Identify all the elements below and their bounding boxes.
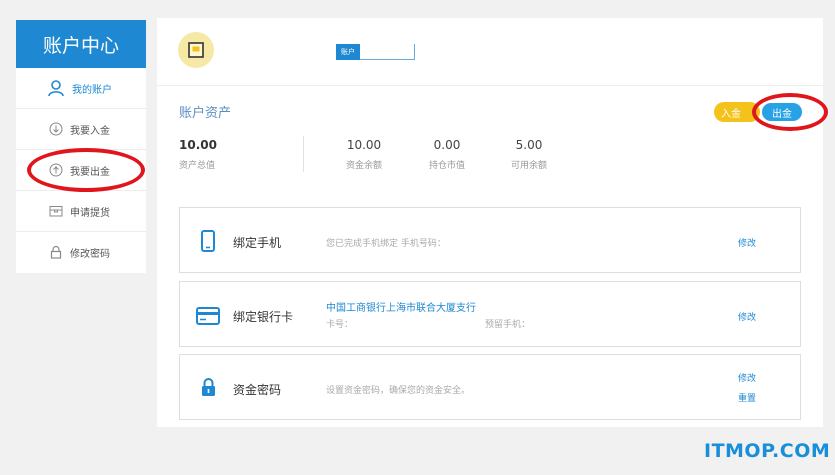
sidebar-item-label: 我要入金 [70,125,110,137]
stat-value: 5.00 [515,138,543,152]
stat-label: 持仓市值 [428,161,465,171]
card-title: 绑定手机 [233,236,282,250]
card-title: 绑定银行卡 [233,310,294,324]
main-panel: 账户 账户资产 入金 出金 10.00 资产总值 10.00 资金余额 0.00… [157,18,823,427]
account-header: 账户 [157,18,823,86]
stat-value: 10.00 [346,138,382,152]
arrow-up-circle-icon [49,163,63,177]
total-assets-value: 10.00 [179,138,217,152]
total-assets-label: 资产总值 [179,161,216,171]
reserved-phone-label: 预留手机： [485,320,531,330]
account-tag: 账户 [336,44,415,60]
sidebar-item-deposit[interactable]: 我要入金 [16,109,146,150]
stat-available-balance: 5.00 可用余额 [494,138,564,171]
reset-fund-password-link[interactable]: 重置 [738,391,756,404]
modify-bank-card-link[interactable]: 修改 [738,310,756,323]
modify-phone-link[interactable]: 修改 [738,236,756,249]
account-assets: 账户资产 入金 出金 10.00 资产总值 10.00 资金余额 0.00 持仓… [157,90,823,192]
sidebar-item-label: 修改密码 [70,249,110,260]
assets-title: 账户资产 [179,106,232,121]
bind-bank-card: 绑定银行卡 中国工商银行上海市联合大厦支行 卡号： 预留手机： 修改 [179,281,801,347]
stat-label: 资金余额 [345,161,382,171]
box-icon [49,206,63,217]
lock-icon [50,245,62,259]
deposit-button[interactable]: 入金 [714,102,760,122]
sidebar-item-label: 申请提货 [70,207,110,219]
sidebar-item-my-account[interactable]: 我的账户 [16,68,146,109]
modify-fund-password-link[interactable]: 修改 [738,371,756,384]
sidebar-title: 账户中心 [16,20,146,68]
account-tag-box [360,44,415,60]
phone-icon [201,230,215,252]
sidebar-item-change-password[interactable]: 修改密码 [16,232,146,273]
card-number-label: 卡号： [326,320,354,330]
sidebar-item-label: 我的账户 [72,84,112,96]
stat-fund-balance: 10.00 资金余额 [329,138,399,171]
lock-icon [202,378,215,396]
stat-position-value: 0.00 持仓市值 [412,138,482,171]
fund-password-card: 资金密码 设置资金密码，确保您的资金安全。 修改 重置 [179,354,801,420]
stat-value: 0.00 [433,138,461,152]
watermark: ITMOP.COM [704,440,831,462]
card-desc: 您已完成手机绑定 手机号码： [326,239,446,249]
bank-card-icon [196,307,220,325]
bank-name: 中国工商银行上海市联合大厦支行 [326,303,476,314]
arrow-down-circle-icon [49,122,63,136]
stat-label: 可用余额 [510,161,547,171]
user-icon [48,80,64,97]
assets-divider [303,136,304,172]
sidebar-item-withdraw[interactable]: 我要出金 [16,150,146,191]
sidebar: 账户中心 我的账户 我要入金 我要出金 申请提货 修改密码 [16,20,146,273]
card-title: 资金密码 [233,383,282,397]
bind-phone-card: 绑定手机 您已完成手机绑定 手机号码： 修改 [179,207,801,273]
sidebar-item-pickup[interactable]: 申请提货 [16,191,146,232]
avatar[interactable] [178,32,214,68]
card-desc: 设置资金密码，确保您的资金安全。 [326,386,471,396]
withdraw-button[interactable]: 出金 [762,103,802,121]
sidebar-item-label: 我要出金 [70,166,110,178]
account-tag-label: 账户 [336,44,360,60]
id-card-icon [188,42,204,58]
